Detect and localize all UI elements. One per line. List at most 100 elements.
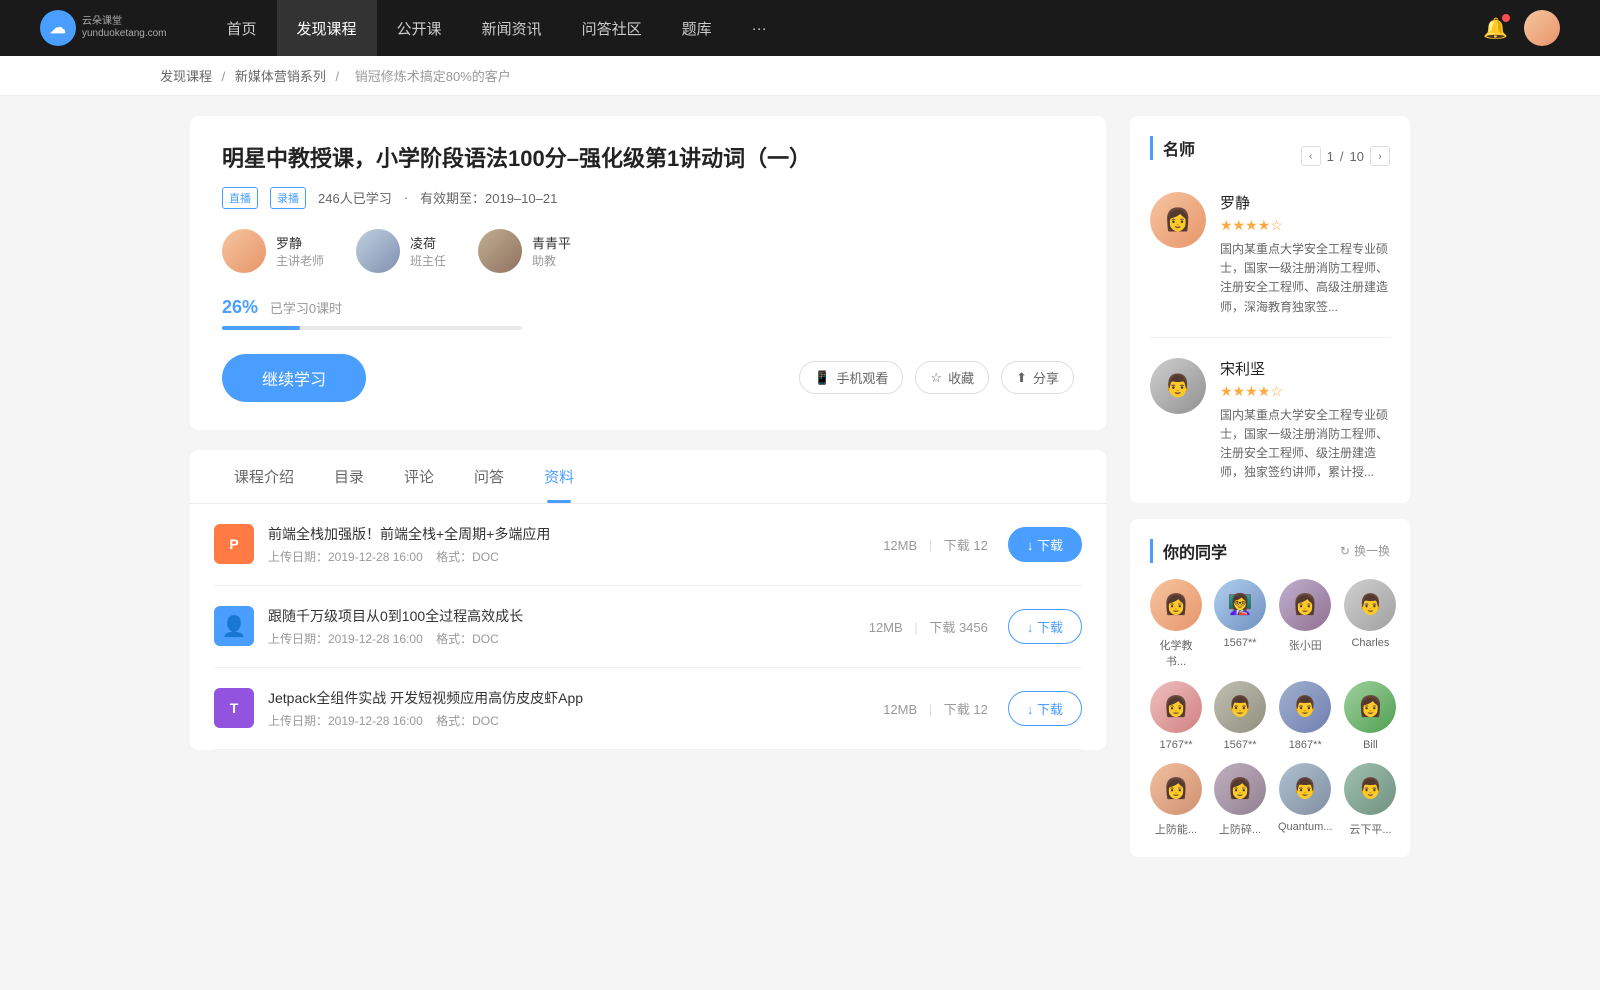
file-item-1: 👤 跟随千万级项目从0到100全过程高效成长 上传日期：2019-12-28 1… [214,586,1082,668]
page-current: 1 [1327,149,1334,164]
user-avatar-img [1524,10,1560,46]
students-grid: 👩 化学教书... 👩‍🏫 1567** 👩 张小田 [1150,579,1390,837]
progress-percent: 26% [222,297,258,317]
file-meta-0: 上传日期：2019-12-28 16:00 格式：DOC [268,548,883,565]
header: ☁ 云朵课堂 yunduoketang.com 首页 发现课程 公开课 新闻资讯… [0,0,1600,56]
continue-button[interactable]: 继续学习 [222,354,366,402]
collect-button[interactable]: ☆ 收藏 [915,361,989,394]
file-meta-1: 上传日期：2019-12-28 16:00 格式：DOC [268,630,869,647]
teacher-desc-1: 国内某重点大学安全工程专业硕士，国家一级注册消防工程师、注册安全工程师、级注册建… [1220,406,1390,483]
teachers-pagination: ‹ 1 / 10 › [1301,146,1390,166]
instructor-role-2: 助教 [532,252,571,269]
student-avatar-10: 👨 [1279,763,1331,815]
instructor-role-0: 主讲老师 [276,252,324,269]
file-info-2: Jetpack全组件实战 开发短视频应用高仿皮皮虾App 上传日期：2019-1… [268,688,883,729]
nav-more[interactable]: ··· [732,0,787,56]
nav-home[interactable]: 首页 [207,0,277,56]
student-avatar-3: 👨 [1344,579,1396,631]
student-item-6: 👨 1867** [1278,681,1332,751]
user-avatar-header[interactable] [1524,10,1560,46]
student-name-2: 张小田 [1289,637,1322,653]
breadcrumb-sep-1: / [336,69,343,84]
logo[interactable]: ☁ 云朵课堂 yunduoketang.com [40,10,167,46]
badge-record: 录播 [270,187,306,209]
course-title: 明星中教授课，小学阶段语法100分–强化级第1讲动词（一） [222,144,1074,175]
students-header: 你的同学 ↻ 换一换 [1150,539,1390,563]
progress-section: 26% 已学习0课时 [222,297,1074,330]
nav-news[interactable]: 新闻资讯 [462,0,562,56]
nav-open[interactable]: 公开课 [377,0,462,56]
student-name-0: 化学教书... [1150,637,1202,669]
collect-label: 收藏 [948,368,974,387]
student-avatar-8: 👩 [1150,763,1202,815]
refresh-label: 换一换 [1354,542,1390,559]
file-info-0: 前端全栈加强版！前端全栈+全周期+多端应用 上传日期：2019-12-28 16… [268,524,883,565]
student-avatar-9: 👩 [1214,763,1266,815]
right-sidebar: 名师 ‹ 1 / 10 › 👩 罗静 ★★★★☆ 国内某重点大学安全工程专业硕士… [1130,116,1410,873]
instructor-role-1: 班主任 [410,252,446,269]
instructor-0: 罗静 主讲老师 [222,229,324,273]
instructor-name-2: 青青平 [532,233,571,252]
tab-resources[interactable]: 资料 [524,450,594,503]
teacher-item-1: 👨 宋利坚 ★★★★☆ 国内某重点大学安全工程专业硕士，国家一级注册消防工程师、… [1150,358,1390,483]
student-name-1: 1567** [1223,637,1256,649]
logo-text: 云朵课堂 yunduoketang.com [82,16,167,40]
nav-quiz[interactable]: 题库 [662,0,732,56]
tab-intro[interactable]: 课程介绍 [214,450,314,503]
student-avatar-4: 👩 [1150,681,1202,733]
refresh-button[interactable]: ↻ 换一换 [1340,542,1390,559]
teacher-name-0: 罗静 [1220,192,1390,213]
next-page-button[interactable]: › [1370,146,1390,166]
download-button-1[interactable]: ↓ 下载 [1008,609,1082,644]
valid-date: 有效期至：2019–10–21 [420,188,557,207]
instructor-2: 青青平 助教 [478,229,571,273]
progress-bar-fill [222,326,300,330]
download-button-2[interactable]: ↓ 下载 [1008,691,1082,726]
tab-qa[interactable]: 问答 [454,450,524,503]
download-button-0[interactable]: ↓ 下载 [1008,527,1082,562]
breadcrumb-link-0[interactable]: 发现课程 [160,69,212,84]
student-item-9: 👩 上防碎... [1214,763,1266,837]
tab-review[interactable]: 评论 [384,450,454,503]
nav-qa[interactable]: 问答社区 [562,0,662,56]
progress-bar-bg [222,326,522,330]
main-nav: 首页 发现课程 公开课 新闻资讯 问答社区 题库 ··· [207,0,1484,56]
teacher-avatar-0: 👩 [1150,192,1206,248]
file-icon-label-2: T [230,700,239,716]
mobile-view-button[interactable]: 📱 手机观看 [799,361,903,394]
nav-discover[interactable]: 发现课程 [277,0,377,56]
teacher-desc-0: 国内某重点大学安全工程专业硕士，国家一级注册消防工程师、注册安全工程师、高级注册… [1220,240,1390,317]
student-avatar-0: 👩 [1150,579,1202,631]
student-avatar-2: 👩 [1279,579,1331,631]
share-button[interactable]: ⬆ 分享 [1001,361,1074,394]
instructor-info-0: 罗静 主讲老师 [276,233,324,269]
tabs-section: 课程介绍 目录 评论 问答 资料 P 前端全栈加强版！前端全栈+全周期+多端应用… [190,450,1106,750]
file-name-0: 前端全栈加强版！前端全栈+全周期+多端应用 [268,524,883,544]
file-name-1: 跟随千万级项目从0到100全过程高效成长 [268,606,869,626]
breadcrumb-sep-0: / [222,69,229,84]
student-name-6: 1867** [1289,739,1322,751]
file-icon-0: P [214,524,254,564]
teachers-card: 名师 ‹ 1 / 10 › 👩 罗静 ★★★★☆ 国内某重点大学安全工程专业硕士… [1130,116,1410,503]
instructor-name-1: 凌荷 [410,233,446,252]
file-stats-2: 12MB | 下载 12 [883,699,988,718]
file-meta-2: 上传日期：2019-12-28 16:00 格式：DOC [268,712,883,729]
teacher-item-0: 👩 罗静 ★★★★☆ 国内某重点大学安全工程专业硕士，国家一级注册消防工程师、注… [1150,192,1390,338]
student-name-4: 1767** [1159,739,1192,751]
students-title: 你的同学 [1150,539,1227,563]
bell-icon[interactable]: 🔔 [1483,16,1508,41]
page-total: 10 [1350,149,1364,164]
teacher-stars-0: ★★★★☆ [1220,217,1390,234]
file-icon-1: 👤 [214,606,254,646]
breadcrumb-link-1[interactable]: 新媒体营销系列 [235,69,326,84]
file-stats-0: 12MB | 下载 12 [883,535,988,554]
tab-catalog[interactable]: 目录 [314,450,384,503]
instructor-avatar-1 [356,229,400,273]
prev-page-button[interactable]: ‹ [1301,146,1321,166]
student-item-10: 👨 Quantum... [1278,763,1332,837]
main-content: 明星中教授课，小学阶段语法100分–强化级第1讲动词（一） 直播 录播 246人… [150,96,1450,893]
files-list: P 前端全栈加强版！前端全栈+全周期+多端应用 上传日期：2019-12-28 … [190,504,1106,750]
teacher-name-1: 宋利坚 [1220,358,1390,379]
notification-dot [1502,14,1510,22]
instructor-1: 凌荷 班主任 [356,229,446,273]
